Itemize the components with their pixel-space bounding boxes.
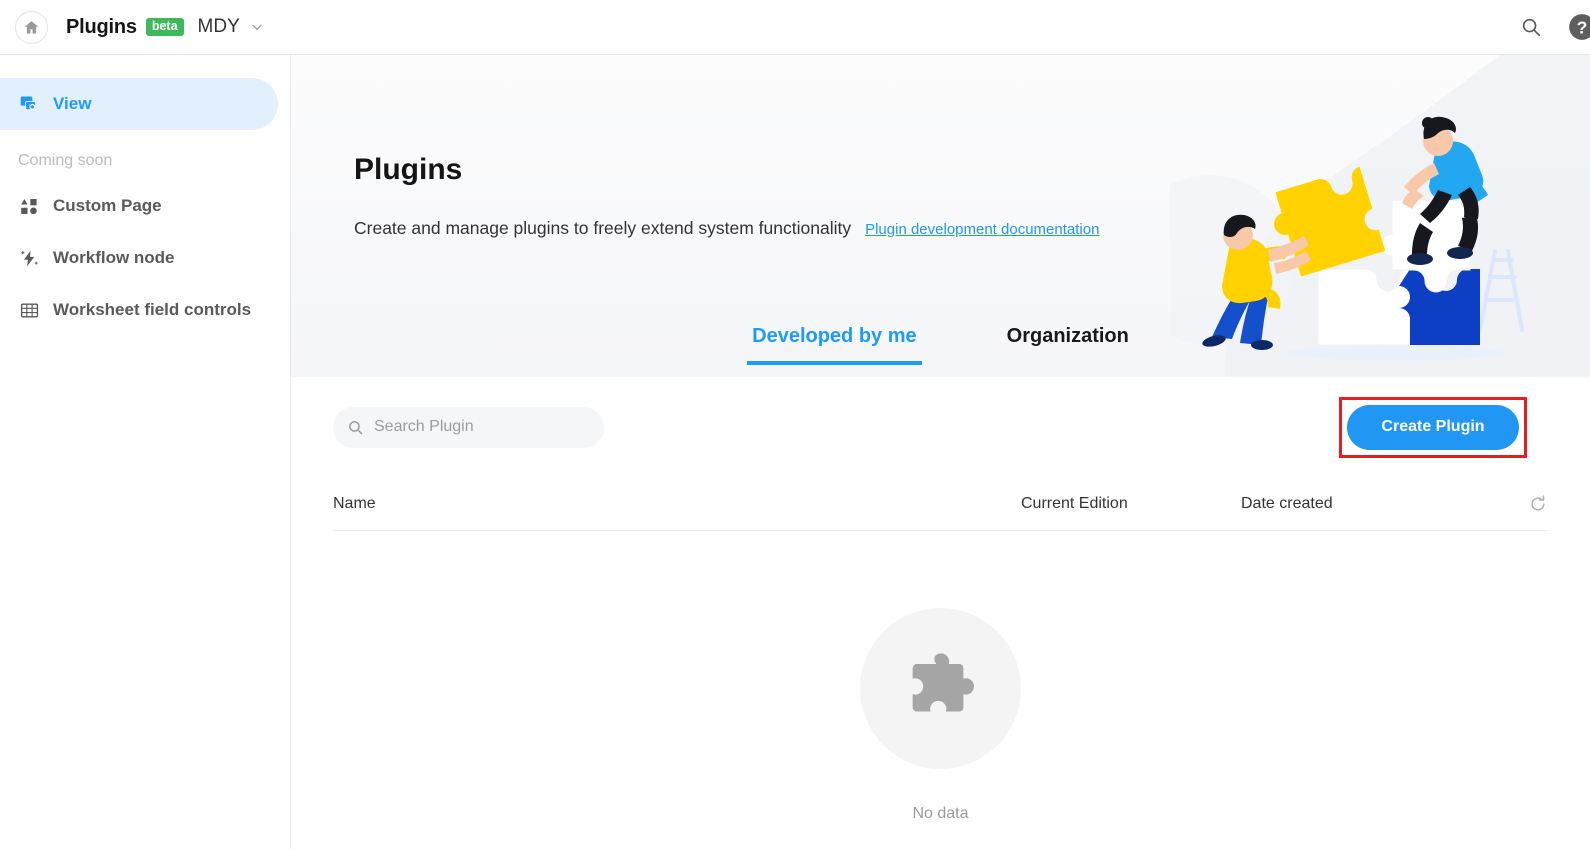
empty-state: No data	[291, 531, 1590, 823]
svg-text:?: ?	[1577, 17, 1588, 37]
plugin-table-header: Name Current Edition Date created	[333, 477, 1548, 531]
refresh-icon	[1531, 494, 1545, 511]
tab-bar: Developed by me Organization	[291, 315, 1590, 377]
page-title: Plugins	[354, 153, 463, 186]
lightning-icon	[18, 249, 40, 268]
sidebar-item-label: View	[53, 94, 92, 113]
help-button[interactable]: ?	[1568, 13, 1590, 41]
column-header-name: Name	[333, 494, 376, 512]
empty-state-text: No data	[912, 805, 969, 822]
empty-state-circle	[860, 608, 1021, 769]
top-header-bar: Plugins beta MDY ?	[0, 0, 1590, 55]
organization-name: MDY	[197, 16, 240, 37]
search-icon	[1522, 18, 1541, 37]
header-actions: ?	[1520, 13, 1590, 41]
shapes-icon	[18, 197, 40, 216]
hero-banner: Plugins Create and manage plugins to fre…	[291, 55, 1590, 377]
puzzle-piece-icon	[912, 652, 974, 712]
sidebar-item-label: Custom Page	[53, 196, 162, 215]
home-icon	[24, 20, 39, 34]
view-window-icon	[18, 94, 40, 114]
help-circle-icon: ?	[1569, 14, 1590, 40]
main-content: Plugins Create and manage plugins to fre…	[291, 55, 1590, 849]
page-subtitle: Create and manage plugins to freely exte…	[354, 218, 852, 238]
column-header-date-created: Date created	[1241, 494, 1333, 512]
toolbar: Create Plugin	[291, 377, 1590, 477]
sidebar-item-label: Workflow node	[53, 248, 175, 267]
sidebar-item-worksheet-field-controls[interactable]: Worksheet field controls	[0, 284, 278, 336]
grid-table-icon	[18, 301, 40, 320]
sidebar-coming-soon-label: Coming soon	[18, 152, 113, 169]
search-plugin-box[interactable]	[333, 406, 604, 448]
chevron-down-icon	[252, 24, 262, 31]
global-search-button[interactable]	[1520, 16, 1542, 38]
sidebar-item-label: Worksheet field controls	[53, 300, 252, 319]
page-subtitle-row: Create and manage plugins to freely exte…	[354, 218, 1099, 239]
sidebar-item-view[interactable]: View	[0, 78, 278, 130]
organization-dropdown[interactable]	[249, 19, 265, 35]
sidebar-item-workflow-node[interactable]: Workflow node	[0, 232, 278, 284]
create-plugin-button[interactable]: Create Plugin	[1347, 404, 1519, 450]
plugin-documentation-link[interactable]: Plugin development documentation	[865, 221, 1099, 238]
tab-organization[interactable]: Organization	[1007, 325, 1129, 365]
home-button[interactable]	[15, 10, 48, 44]
sidebar-item-custom-page[interactable]: Custom Page	[0, 180, 278, 232]
beta-badge: beta	[145, 18, 184, 36]
tab-developed-by-me[interactable]: Developed by me	[747, 325, 922, 365]
app-title: Plugins	[66, 15, 137, 38]
sidebar: View Coming soon Custom Page Workflow no…	[0, 55, 291, 849]
create-plugin-annotation-box: Create Plugin	[1339, 396, 1527, 458]
refresh-button[interactable]	[1528, 494, 1548, 514]
search-icon	[349, 420, 363, 434]
column-header-current-edition: Current Edition	[1021, 494, 1128, 512]
search-input[interactable]	[374, 418, 574, 436]
